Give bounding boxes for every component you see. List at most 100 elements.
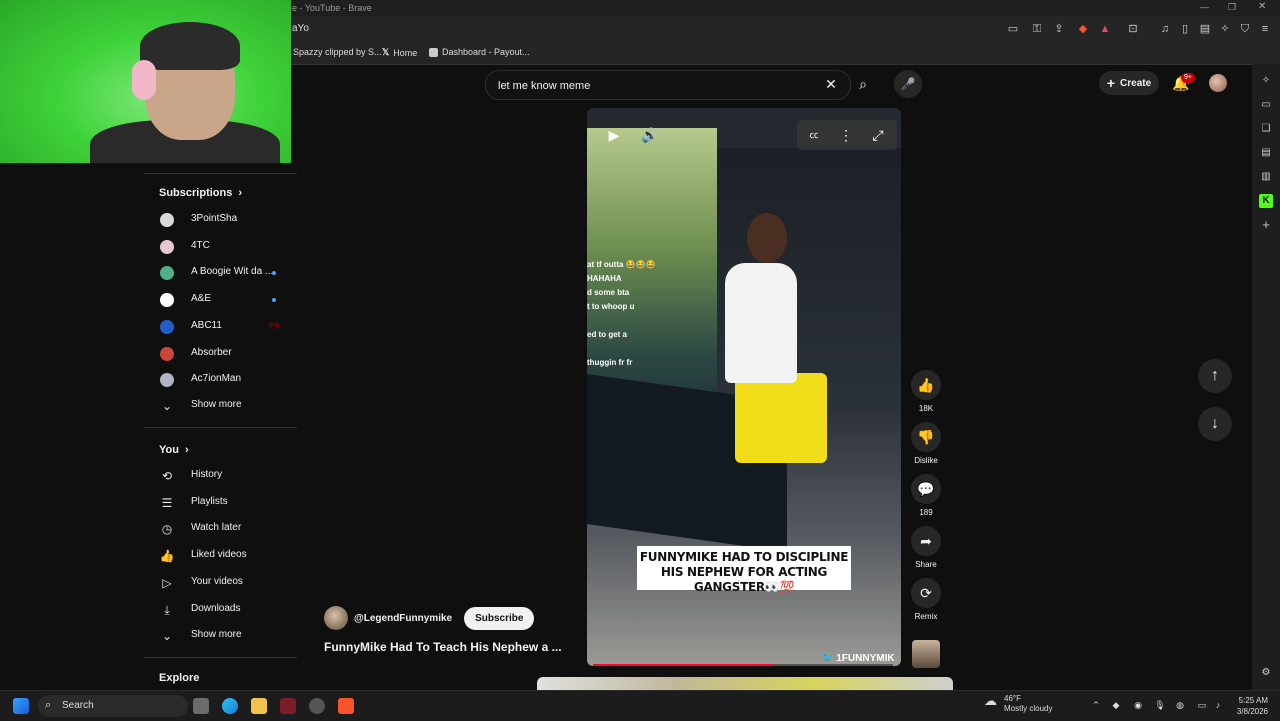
play-icon[interactable]: ▶ xyxy=(603,124,625,146)
obs-icon[interactable] xyxy=(309,698,325,714)
vpn-icon[interactable]: ⛉ xyxy=(1238,22,1252,36)
reading-list-icon[interactable]: ▭ xyxy=(1259,98,1273,112)
bookmark-home[interactable]: 𝕏 Home xyxy=(382,47,417,58)
notifications-bell-icon[interactable]: 🔔 9+ xyxy=(1168,70,1195,96)
video-title[interactable]: FunnyMike Had To Teach His Nephew a ... xyxy=(324,640,584,654)
remix-sound-thumbnail[interactable] xyxy=(912,640,940,668)
watch-later-icon: ◷ xyxy=(161,522,173,537)
fullscreen-icon[interactable]: ⤢ xyxy=(867,124,889,146)
leo-ai-icon[interactable]: ✧ xyxy=(1218,22,1232,36)
subscription-item[interactable]: Absorber xyxy=(144,342,297,366)
sidebar-item-your-videos[interactable]: ▷ Your videos xyxy=(144,571,297,595)
taskbar-clock[interactable]: 5:25 AM 3/8/2026 xyxy=(1228,695,1268,717)
brave-rewards-icon[interactable]: ▲ xyxy=(1098,22,1112,36)
brave-shields-icon[interactable]: ◆ xyxy=(1076,22,1090,36)
brave-taskbar-icon[interactable] xyxy=(338,698,354,714)
file-explorer-icon[interactable] xyxy=(251,698,267,714)
microphone-icon[interactable]: 🎙 xyxy=(1154,699,1166,711)
sidebar-item-playlists[interactable]: ☰ Playlists xyxy=(144,491,297,515)
taskbar-search[interactable]: ⌕ Search xyxy=(38,695,188,717)
subscription-item[interactable]: ABC11 ((•)) xyxy=(144,315,297,339)
video-progress-bar[interactable] xyxy=(593,664,893,666)
more-options-icon[interactable]: ⋮ xyxy=(835,124,857,146)
channel-avatar[interactable] xyxy=(324,606,348,630)
settings-gear-icon[interactable]: ⚙ xyxy=(1259,666,1273,680)
tab-title[interactable]: aYo xyxy=(292,23,309,34)
tray-app-icon[interactable]: ◆ xyxy=(1110,699,1122,711)
subscriptions-header[interactable]: Subscriptions › xyxy=(159,187,242,199)
app-icon[interactable] xyxy=(280,698,296,714)
video-person-shorts xyxy=(735,373,827,463)
subscription-item[interactable]: A&E xyxy=(144,288,297,312)
share-button[interactable]: ➦ Share xyxy=(910,526,942,569)
subscription-item[interactable]: A Boogie Wit da ... xyxy=(144,261,297,285)
next-short-preview[interactable] xyxy=(537,677,953,691)
minimize-button[interactable]: — xyxy=(1200,2,1209,12)
bookmarks-panel-icon[interactable]: ❏ xyxy=(1259,122,1273,136)
windows-taskbar: ⌕ Search ☁ 46°F Mostly cloudy ⌃ ◆ ◉ 🎙 ◍ … xyxy=(0,690,1280,721)
history-panel-icon[interactable]: ▤ xyxy=(1259,146,1273,160)
bookmark-spazzy[interactable]: Spazzy clipped by S... xyxy=(293,47,382,57)
key-icon[interactable]: ⚿ xyxy=(1030,22,1044,36)
menu-icon[interactable]: ≡ xyxy=(1258,22,1272,36)
sidebar-item-downloads[interactable]: ⤓ Downloads xyxy=(144,598,297,622)
cast-icon[interactable]: ▭ xyxy=(1006,22,1020,36)
leo-icon[interactable]: ✧ xyxy=(1259,74,1273,88)
close-window-button[interactable]: ✕ xyxy=(1258,1,1266,12)
clear-search-icon[interactable]: ✕ xyxy=(817,70,845,98)
dislike-button[interactable]: 👎 Dislike xyxy=(910,422,942,465)
previous-short-button[interactable]: ↑ xyxy=(1198,359,1232,393)
create-button[interactable]: + Create xyxy=(1099,71,1159,95)
channel-avatar xyxy=(160,346,174,361)
restore-button[interactable]: ❐ xyxy=(1228,2,1236,13)
tab-search-icon[interactable]: ⊡ xyxy=(1126,22,1140,36)
tray-app-icon[interactable]: ◉ xyxy=(1132,699,1144,711)
x-logo-icon: 𝕏 xyxy=(382,47,390,57)
share-page-icon[interactable]: ⇪ xyxy=(1052,22,1066,36)
subscription-item[interactable]: 3PointSha xyxy=(144,208,297,232)
volume-tray-icon[interactable]: ♪ xyxy=(1212,699,1224,711)
you-header[interactable]: You › xyxy=(159,444,189,456)
channel-avatar xyxy=(160,266,174,281)
kick-icon[interactable]: K xyxy=(1259,194,1273,208)
subscribe-button[interactable]: Subscribe xyxy=(464,606,535,630)
comments-button[interactable]: 💬 189 xyxy=(910,474,942,517)
captions-icon[interactable]: ㏄ xyxy=(803,124,825,146)
channel-handle[interactable]: @LegendFunnymike xyxy=(354,613,452,624)
wallet-icon[interactable]: ▤ xyxy=(1198,22,1212,36)
sidebar-item-liked-videos[interactable]: 👍 Liked videos xyxy=(144,544,297,568)
volume-icon[interactable]: 🔊 xyxy=(639,124,661,146)
shorts-video-player[interactable]: at tf outta 😂😂😂 HAHAHA d some bta t to w… xyxy=(587,108,901,666)
overlay-line: d some bta xyxy=(587,288,630,297)
divider xyxy=(144,657,297,658)
display-icon[interactable]: ▭ xyxy=(1196,699,1208,711)
windows-start-icon[interactable] xyxy=(13,698,29,714)
remix-button[interactable]: ⟳ Remix xyxy=(910,578,942,621)
media-icon[interactable]: ♫ xyxy=(1158,22,1172,36)
search-icon[interactable]: ⌕ xyxy=(849,70,877,98)
account-avatar[interactable] xyxy=(1209,74,1227,92)
task-view-icon[interactable] xyxy=(193,698,209,714)
sidebar-toggle-icon[interactable]: ▯ xyxy=(1178,22,1192,36)
search-icon: ⌕ xyxy=(45,699,52,711)
explore-header: Explore xyxy=(159,672,199,684)
show-more-you[interactable]: ⌄ Show more xyxy=(144,624,297,648)
edge-icon[interactable] xyxy=(222,698,238,714)
show-more-subscriptions[interactable]: ⌄ Show more xyxy=(144,394,297,418)
like-button[interactable]: 👍 18K xyxy=(910,370,942,413)
show-hidden-icons[interactable]: ⌃ xyxy=(1090,699,1102,711)
next-short-button[interactable]: ↓ xyxy=(1198,407,1232,441)
subscription-item[interactable]: 4TC xyxy=(144,235,297,259)
search-input[interactable] xyxy=(496,76,820,96)
add-panel-icon[interactable]: + xyxy=(1259,218,1273,232)
subscription-item[interactable]: Ac7ionMan xyxy=(144,368,297,392)
notes-icon[interactable]: ▥ xyxy=(1259,170,1273,184)
channel-avatar xyxy=(160,239,174,254)
sidebar-item-watch-later[interactable]: ◷ Watch later xyxy=(144,517,297,541)
search-box xyxy=(485,70,851,100)
network-icon[interactable]: ◍ xyxy=(1174,699,1186,711)
weather-widget[interactable]: ☁ 46°F Mostly cloudy xyxy=(984,694,1052,714)
voice-search-icon[interactable]: 🎤 xyxy=(894,70,922,98)
bookmark-dashboard[interactable]: Dashboard - Payout... xyxy=(429,47,530,57)
sidebar-item-history[interactable]: ⟲ History xyxy=(144,464,297,488)
